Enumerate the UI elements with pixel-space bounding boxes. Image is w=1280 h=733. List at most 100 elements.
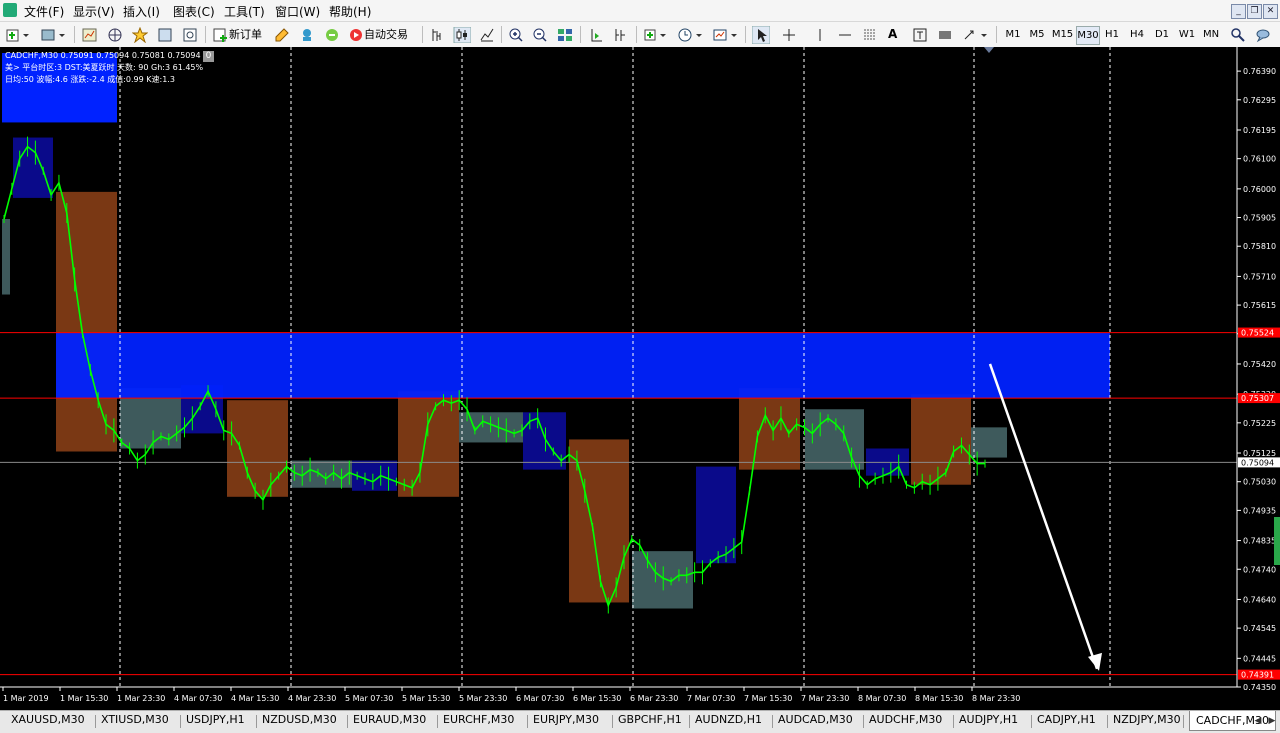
symbol-tab[interactable]: NZDUSD,M30: [262, 713, 337, 726]
price-tick-label: 0.75810: [1243, 242, 1276, 251]
symbol-tab[interactable]: USDJPY,H1: [186, 713, 245, 726]
restore-button[interactable]: ❐: [1247, 4, 1262, 19]
candle-chart-icon[interactable]: [453, 25, 472, 44]
menu-help[interactable]: 帮助(H): [329, 3, 371, 20]
timeframe-w1[interactable]: W1: [1176, 26, 1198, 43]
market-icon[interactable]: [324, 25, 340, 44]
symbol-tab[interactable]: AUDCHF,M30: [869, 713, 942, 726]
crosshair-icon[interactable]: [781, 25, 797, 44]
timeframe-h1[interactable]: H1: [1101, 26, 1123, 43]
price-chart[interactable]: 0.76390 0.76295 0.76195 0.76100 0.76000 0.759…: [0, 47, 1280, 710]
tabs-scroll-right-icon[interactable]: ▶: [1266, 714, 1278, 728]
metaeditor-icon[interactable]: [274, 25, 290, 44]
signals-icon[interactable]: [299, 25, 315, 44]
symbol-tab[interactable]: AUDCAD,M30: [778, 713, 853, 726]
price-tick-label: 0.75710: [1243, 272, 1276, 281]
symbol-tab[interactable]: NZDJPY,M30: [1113, 713, 1181, 726]
tester-icon[interactable]: [182, 25, 198, 44]
price-tick-label: 0.74835: [1243, 537, 1276, 546]
timeframe-d1[interactable]: D1: [1151, 26, 1173, 43]
level-price-label: 0.75307: [1241, 394, 1274, 403]
projection-arrow: [988, 363, 1099, 670]
line-chart-icon[interactable]: [479, 25, 495, 44]
new-order-button[interactable]: 新订单: [213, 25, 262, 44]
navigator-icon[interactable]: [107, 25, 123, 44]
timeframe-mn[interactable]: MN: [1200, 26, 1222, 43]
zoom-in-icon[interactable]: [508, 25, 524, 44]
timeframe-m15[interactable]: M15: [1050, 26, 1075, 43]
price-tick-label: 0.76100: [1243, 155, 1276, 164]
autoscroll-icon[interactable]: [588, 25, 604, 44]
tab-separator: [953, 715, 954, 728]
symbol-tab[interactable]: AUDNZD,H1: [695, 713, 762, 726]
menu-insert[interactable]: 插入(I): [123, 3, 160, 20]
horizontal-line-icon[interactable]: [837, 25, 853, 44]
bar-chart-icon[interactable]: [429, 25, 445, 44]
arrows-button[interactable]: [962, 25, 990, 44]
time-tick-label: 5 Mar 07:30: [345, 694, 393, 703]
symbol-tab[interactable]: EURJPY,M30: [533, 713, 599, 726]
timeframe-m5[interactable]: M5: [1026, 26, 1048, 43]
menu-charts[interactable]: 图表(C): [173, 3, 215, 20]
tab-separator: [772, 715, 773, 728]
menu-window[interactable]: 窗口(W): [275, 3, 320, 20]
cursor-icon[interactable]: [751, 25, 771, 45]
text-label-icon[interactable]: [912, 25, 928, 44]
symbol-tab[interactable]: EURAUD,M30: [353, 713, 426, 726]
timeframe-m1[interactable]: M1: [1002, 26, 1024, 43]
symbol-tab[interactable]: XAUUSD,M30: [11, 713, 85, 726]
zoom-out-icon[interactable]: [532, 25, 548, 44]
time-tick-label: 6 Mar 23:30: [630, 694, 678, 703]
chart-info-line1: CADCHF,M30 0.75091 0.75094 0.75081 0.750…: [5, 51, 201, 60]
search-icon[interactable]: [1230, 25, 1246, 44]
rectangle-icon[interactable]: [937, 25, 953, 44]
chart-info-zero-badge: 0: [203, 51, 214, 62]
templates-button[interactable]: [712, 25, 740, 44]
symbol-tab[interactable]: AUDJPY,H1: [959, 713, 1018, 726]
price-tick-label: 0.74350: [1243, 683, 1276, 692]
new-chart-button[interactable]: [6, 25, 32, 44]
menu-view[interactable]: 显示(V): [73, 3, 115, 20]
market-watch-icon[interactable]: [82, 25, 98, 44]
price-tick-label: 0.74445: [1243, 654, 1276, 663]
profiles-button[interactable]: [40, 25, 68, 44]
menu-tools[interactable]: 工具(T): [224, 3, 265, 20]
chart-area[interactable]: 0.76390 0.76295 0.76195 0.76100 0.76000 0.759…: [0, 47, 1280, 710]
time-tick-label: 1 Mar 23:30: [117, 694, 165, 703]
tile-windows-icon[interactable]: [557, 25, 573, 44]
vertical-scrollbar-thumb[interactable]: [1274, 517, 1280, 565]
timeframe-m30[interactable]: M30: [1076, 26, 1100, 45]
close-button[interactable]: ✕: [1263, 4, 1278, 19]
tab-separator: [689, 715, 690, 728]
chart-info-line3: 日均:50 波幅:4.6 涨跌:-2.4 成值:0.99 K速:1.3: [5, 75, 175, 84]
price-tick-label: 0.75615: [1243, 301, 1276, 310]
time-tick-label: 8 Mar 15:30: [915, 694, 963, 703]
price-tick-label: 0.76000: [1243, 185, 1276, 194]
symbol-tab[interactable]: XTIUSD,M30: [101, 713, 169, 726]
auto-trading-button[interactable]: 自动交易: [348, 25, 408, 44]
community-icon[interactable]: [1255, 25, 1271, 44]
tabs-scroll-left-icon[interactable]: ◀: [1252, 714, 1264, 728]
symbol-tab[interactable]: GBPCHF,H1: [618, 713, 682, 726]
price-tick-label: 0.74545: [1243, 624, 1276, 633]
price-tick-label: 0.76295: [1243, 96, 1276, 105]
vertical-line-icon[interactable]: [812, 25, 828, 44]
time-tick-label: 5 Mar 23:30: [459, 694, 507, 703]
symbol-tab[interactable]: CADJPY,H1: [1037, 713, 1096, 726]
chart-tabs-bar: XAUUSD,M30 XTIUSD,M30 USDJPY,H1 NZDUSD,M30 E…: [0, 710, 1280, 733]
terminal-icon[interactable]: [157, 25, 173, 44]
symbol-tab[interactable]: EURCHF,M30: [443, 713, 514, 726]
minimize-button[interactable]: _: [1231, 4, 1246, 19]
session-zone-gray: [632, 551, 693, 609]
timeframe-h4[interactable]: H4: [1126, 26, 1148, 43]
menu-file[interactable]: 文件(F): [24, 3, 64, 20]
fibonacci-icon[interactable]: [862, 25, 878, 44]
favorites-icon[interactable]: [131, 25, 149, 44]
chart-shift-marker-icon[interactable]: [984, 47, 994, 53]
time-tick-label: 8 Mar 23:30: [972, 694, 1020, 703]
time-tick-label: 4 Mar 15:30: [231, 694, 279, 703]
indicators-button[interactable]: [643, 25, 669, 44]
periods-button[interactable]: [677, 25, 705, 44]
text-icon[interactable]: A: [888, 25, 897, 44]
chart-shift-icon[interactable]: [612, 25, 628, 44]
